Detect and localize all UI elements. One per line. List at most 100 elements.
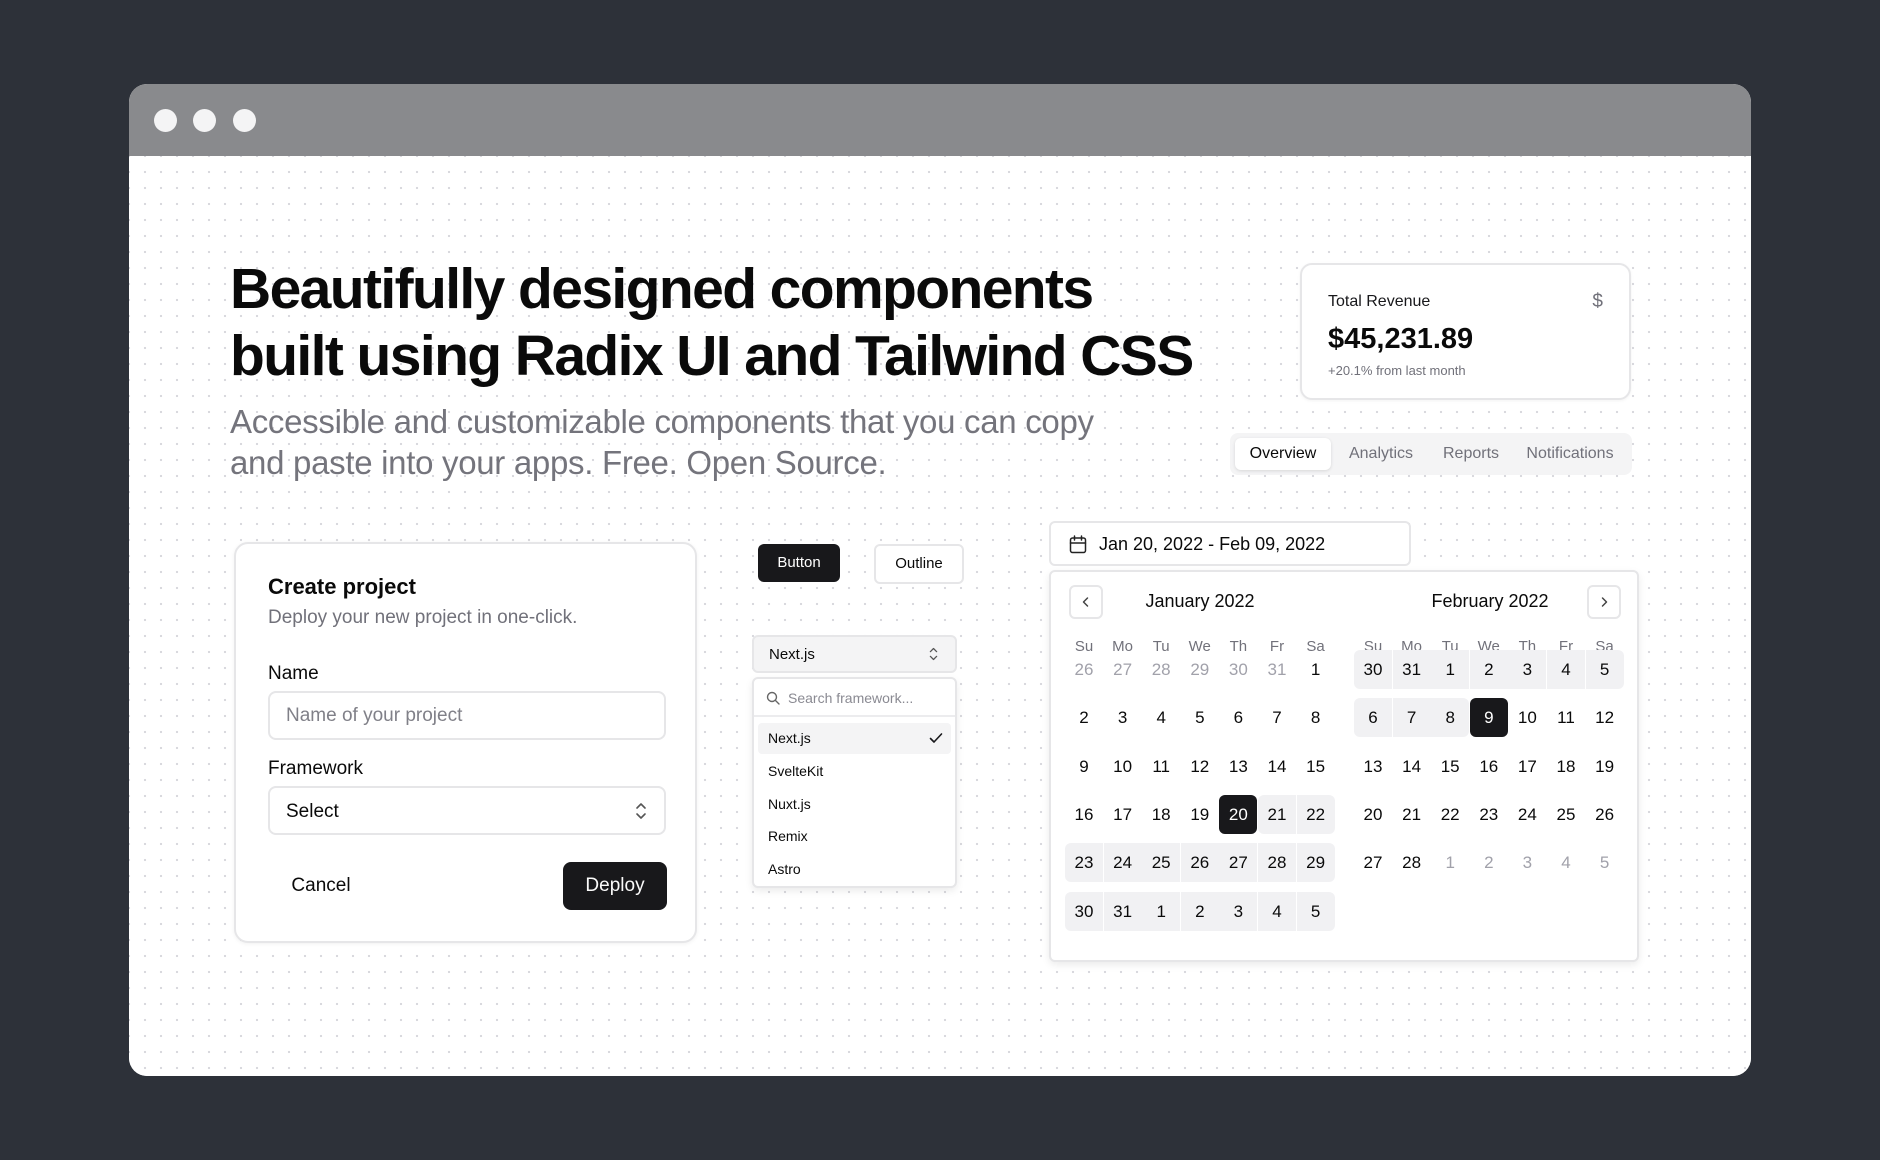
calendar-day[interactable]: 29	[1296, 843, 1335, 883]
calendar-day[interactable]: 12	[1181, 747, 1219, 786]
calendar-day[interactable]: 18	[1547, 747, 1585, 786]
calendar-day[interactable]: 26	[1180, 843, 1219, 883]
calendar-day[interactable]: 1	[1297, 650, 1335, 689]
calendar-day[interactable]: 22	[1296, 794, 1335, 834]
calendar-day[interactable]: 3	[1508, 650, 1547, 689]
framework-select[interactable]: Select	[268, 786, 666, 835]
calendar-day[interactable]: 26	[1586, 795, 1624, 834]
calendar-day[interactable]: 23	[1065, 843, 1103, 883]
calendar-day[interactable]: 8	[1431, 698, 1470, 738]
date-range-button[interactable]: Jan 20, 2022 - Feb 09, 2022	[1049, 521, 1411, 566]
cancel-button[interactable]: Cancel	[268, 862, 374, 910]
calendar-day[interactable]: 1	[1431, 650, 1470, 689]
primary-button[interactable]: Button	[758, 544, 840, 582]
calendar-day[interactable]: 10	[1508, 698, 1546, 737]
calendar-day[interactable]: 27	[1219, 843, 1258, 883]
calendar-day[interactable]: 5	[1181, 698, 1219, 737]
calendar-day[interactable]: 4	[1547, 843, 1585, 882]
deploy-button[interactable]: Deploy	[563, 862, 667, 910]
calendar-day[interactable]: 24	[1103, 843, 1142, 883]
calendar-day[interactable]: 11	[1142, 747, 1180, 786]
calendar-day[interactable]: 25	[1547, 795, 1585, 834]
calendar-day[interactable]: 14	[1393, 747, 1431, 786]
calendar-day[interactable]: 28	[1142, 650, 1180, 689]
combobox-option-nextjs[interactable]: Next.js	[758, 723, 951, 754]
calendar-day[interactable]: 15	[1431, 747, 1469, 786]
calendar-day[interactable]: 11	[1547, 698, 1585, 737]
calendar-day[interactable]: 17	[1508, 747, 1546, 786]
calendar-day[interactable]: 20	[1219, 794, 1258, 834]
calendar-day[interactable]: 6	[1354, 698, 1392, 738]
calendar-day[interactable]: 9	[1469, 698, 1508, 738]
calendar-day[interactable]: 20	[1354, 795, 1392, 834]
combobox-option-remix[interactable]: Remix	[758, 821, 951, 852]
calendar-day[interactable]: 14	[1258, 747, 1296, 786]
calendar-day[interactable]: 21	[1393, 795, 1431, 834]
calendar-day[interactable]: 27	[1104, 650, 1142, 689]
calendar-day[interactable]: 29	[1181, 650, 1219, 689]
window-maximize-dot[interactable]	[233, 109, 256, 132]
calendar-day[interactable]: 2	[1469, 650, 1508, 689]
calendar-day[interactable]: 28	[1393, 843, 1431, 882]
tab-analytics[interactable]: Analytics	[1334, 438, 1428, 470]
calendar-day[interactable]: 1	[1142, 891, 1181, 931]
calendar-day[interactable]: 1	[1431, 843, 1469, 882]
calendar-day[interactable]: 16	[1065, 795, 1103, 834]
calendar-day[interactable]: 25	[1142, 843, 1181, 883]
calendar-day[interactable]: 31	[1103, 891, 1142, 931]
calendar-day[interactable]: 15	[1297, 747, 1335, 786]
calendar-day[interactable]: 24	[1508, 795, 1546, 834]
calendar-day[interactable]: 18	[1142, 795, 1180, 834]
calendar-day[interactable]: 26	[1065, 650, 1103, 689]
tab-overview[interactable]: Overview	[1235, 438, 1331, 470]
calendar-day[interactable]: 30	[1219, 650, 1257, 689]
calendar-day[interactable]: 13	[1219, 747, 1257, 786]
calendar-day[interactable]: 7	[1258, 698, 1296, 737]
calendar-day[interactable]: 8	[1297, 698, 1335, 737]
calendar-day[interactable]: 5	[1585, 650, 1624, 689]
calendar-day[interactable]: 2	[1180, 891, 1219, 931]
calendar-day[interactable]: 6	[1219, 698, 1257, 737]
tab-notifications[interactable]: Notifications	[1514, 438, 1626, 470]
previous-month-button[interactable]	[1069, 585, 1103, 619]
outline-button[interactable]: Outline	[874, 544, 964, 584]
calendar-day[interactable]: 31	[1258, 650, 1296, 689]
combobox-option-astro[interactable]: Astro	[758, 854, 951, 885]
calendar-day[interactable]: 9	[1065, 747, 1103, 786]
calendar-day[interactable]: 3	[1508, 843, 1546, 882]
framework-combobox[interactable]: Next.js	[752, 635, 957, 673]
calendar-day[interactable]: 4	[1142, 698, 1180, 737]
window-close-dot[interactable]	[154, 109, 177, 132]
calendar-day[interactable]: 10	[1104, 747, 1142, 786]
calendar-day[interactable]: 2	[1065, 698, 1103, 737]
next-month-button[interactable]	[1587, 585, 1621, 619]
calendar-day[interactable]: 23	[1470, 795, 1508, 834]
project-name-input[interactable]	[268, 691, 666, 740]
calendar-day[interactable]: 17	[1104, 795, 1142, 834]
calendar-day[interactable]: 22	[1431, 795, 1469, 834]
calendar-day[interactable]: 2	[1470, 843, 1508, 882]
calendar-day[interactable]: 4	[1258, 891, 1296, 931]
calendar-day[interactable]: 3	[1219, 891, 1258, 931]
calendar-day[interactable]: 5	[1296, 891, 1335, 931]
calendar-day[interactable]: 16	[1470, 747, 1508, 786]
calendar-day[interactable]: 19	[1181, 795, 1219, 834]
calendar-day[interactable]: 30	[1065, 891, 1103, 931]
calendar-day[interactable]: 4	[1547, 650, 1585, 689]
calendar-day[interactable]: 30	[1354, 650, 1392, 689]
combobox-option-nuxtjs[interactable]: Nuxt.js	[758, 789, 951, 820]
calendar-day[interactable]: 27	[1354, 843, 1392, 882]
combobox-option-sveltekit[interactable]: SvelteKit	[758, 756, 951, 787]
calendar-day[interactable]: 7	[1392, 698, 1431, 738]
calendar-day[interactable]: 28	[1258, 843, 1296, 883]
framework-search-input[interactable]	[788, 687, 948, 709]
calendar-day[interactable]: 19	[1586, 747, 1624, 786]
calendar-day[interactable]: 31	[1392, 650, 1431, 689]
window-minimize-dot[interactable]	[193, 109, 216, 132]
calendar-day[interactable]: 21	[1258, 794, 1296, 834]
calendar-day[interactable]: 13	[1354, 747, 1392, 786]
tab-reports[interactable]: Reports	[1428, 438, 1514, 470]
calendar-day[interactable]: 3	[1104, 698, 1142, 737]
calendar-day[interactable]: 5	[1586, 843, 1624, 882]
calendar-day[interactable]: 12	[1586, 698, 1624, 737]
